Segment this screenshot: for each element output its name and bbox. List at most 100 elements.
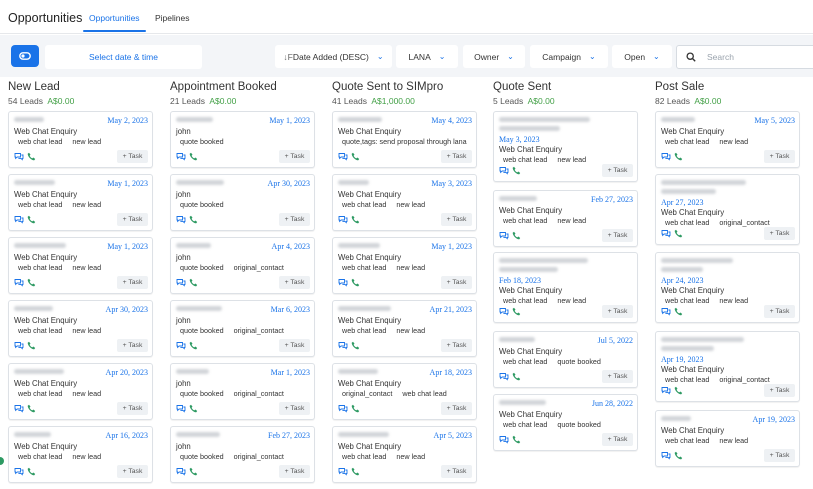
add-task-button[interactable]: + Task	[279, 150, 310, 163]
phone-icon[interactable]	[674, 152, 683, 161]
opportunity-card[interactable]: Apr 21, 2023 Web Chat Enquiry web chat lea…	[332, 300, 477, 357]
phone-icon[interactable]	[674, 451, 683, 460]
add-task-button[interactable]: + Task	[279, 213, 310, 226]
phone-icon[interactable]	[27, 215, 36, 224]
add-task-button[interactable]: + Task	[441, 402, 472, 415]
phone-icon[interactable]	[512, 435, 521, 444]
phone-icon[interactable]	[351, 215, 360, 224]
add-task-button[interactable]: + Task	[441, 150, 472, 163]
opportunity-card[interactable]: Mar 6, 2023 john quote booked original_cont…	[170, 300, 315, 357]
phone-icon[interactable]	[189, 215, 198, 224]
chat-icon[interactable]	[14, 467, 24, 476]
phone-icon[interactable]	[674, 307, 683, 316]
opportunity-card[interactable]: Jun 28, 2022 Web Chat Enquiry web chat lea…	[493, 394, 638, 451]
add-task-button[interactable]: + Task	[764, 150, 795, 163]
opportunity-card[interactable]: May 2, 2023 Web Chat Enquiry web chat lead…	[8, 111, 153, 168]
chat-icon[interactable]	[661, 386, 671, 395]
opportunity-card[interactable]: Apr 19, 2023 Web Chat Enquiry web chat lea…	[655, 410, 800, 467]
opportunity-card[interactable]: Feb 27, 2023 Web Chat Enquiry web chat lea…	[493, 190, 638, 247]
add-task-button[interactable]: + Task	[441, 339, 472, 352]
phone-icon[interactable]	[27, 278, 36, 287]
opportunity-card[interactable]: Apr 18, 2023 Web Chat Enquiry original_con…	[332, 363, 477, 420]
opportunity-card[interactable]: Apr 30, 2023 john quote booked + Task	[170, 174, 315, 231]
chat-icon[interactable]	[661, 451, 671, 460]
view-toggle-button[interactable]	[11, 45, 39, 67]
tab-opportunities[interactable]: Opportunities	[83, 13, 146, 32]
chat-icon[interactable]	[338, 467, 348, 476]
chat-icon[interactable]	[661, 229, 671, 238]
chat-icon[interactable]	[176, 152, 186, 161]
opportunity-card[interactable]: Apr 4, 2023 john quote booked original_cont…	[170, 237, 315, 294]
chat-icon[interactable]	[14, 215, 24, 224]
search-box[interactable]	[676, 45, 813, 69]
add-task-button[interactable]: + Task	[279, 276, 310, 289]
chat-icon[interactable]	[176, 467, 186, 476]
phone-icon[interactable]	[512, 372, 521, 381]
chat-icon[interactable]	[176, 215, 186, 224]
opportunity-card[interactable]: Apr 5, 2023 Web Chat Enquiry web chat lead…	[332, 426, 477, 483]
chat-icon[interactable]	[14, 404, 24, 413]
opportunity-card[interactable]: Apr 16, 2023 Web Chat Enquiry web chat lea…	[8, 426, 153, 483]
chat-icon[interactable]	[338, 152, 348, 161]
add-task-button[interactable]: + Task	[602, 433, 633, 446]
phone-icon[interactable]	[351, 467, 360, 476]
opportunity-card[interactable]: May 1, 2023 john quote booked + Task	[170, 111, 315, 168]
opportunity-card[interactable]: May 1, 2023 Web Chat Enquiry web chat lead…	[332, 237, 477, 294]
add-task-button[interactable]: + Task	[279, 339, 310, 352]
add-task-button[interactable]: + Task	[117, 276, 148, 289]
phone-icon[interactable]	[189, 341, 198, 350]
chat-icon[interactable]	[338, 341, 348, 350]
chat-icon[interactable]	[661, 152, 671, 161]
phone-icon[interactable]	[674, 386, 683, 395]
opportunity-card[interactable]: Apr 30, 2023 Web Chat Enquiry web chat lea…	[8, 300, 153, 357]
chat-icon[interactable]	[176, 341, 186, 350]
phone-icon[interactable]	[512, 231, 521, 240]
opportunity-card[interactable]: Apr 27, 2023 Web Chat Enquiry web chat lea…	[655, 174, 800, 245]
opportunity-card[interactable]: May 5, 2023 Web Chat Enquiry web chat lead…	[655, 111, 800, 168]
phone-icon[interactable]	[512, 166, 521, 175]
add-task-button[interactable]: + Task	[279, 402, 310, 415]
opportunity-card[interactable]: May 3, 2023 Web Chat Enquiry web chat lead…	[332, 174, 477, 231]
chat-icon[interactable]	[14, 152, 24, 161]
tab-pipelines[interactable]: Pipelines	[155, 13, 190, 23]
phone-icon[interactable]	[27, 341, 36, 350]
phone-icon[interactable]	[351, 404, 360, 413]
chat-icon[interactable]	[338, 215, 348, 224]
add-task-button[interactable]: + Task	[602, 370, 633, 383]
add-task-button[interactable]: + Task	[117, 213, 148, 226]
add-task-button[interactable]: + Task	[117, 339, 148, 352]
phone-icon[interactable]	[189, 404, 198, 413]
opportunity-card[interactable]: May 4, 2023 Web Chat Enquiry quote,tags: s…	[332, 111, 477, 168]
owner-dropdown[interactable]: Owner ⌄	[463, 45, 525, 68]
opportunity-card[interactable]: May 3, 2023 Web Chat Enquiry web chat lead…	[493, 111, 638, 182]
opportunity-card[interactable]: May 1, 2023 Web Chat Enquiry web chat lead…	[8, 174, 153, 231]
chat-icon[interactable]	[499, 435, 509, 444]
phone-icon[interactable]	[351, 278, 360, 287]
chat-icon[interactable]	[176, 278, 186, 287]
phone-icon[interactable]	[351, 152, 360, 161]
opportunity-card[interactable]: May 1, 2023 Web Chat Enquiry web chat lead…	[8, 237, 153, 294]
opportunity-card[interactable]: Apr 20, 2023 Web Chat Enquiry web chat lea…	[8, 363, 153, 420]
add-task-button[interactable]: + Task	[117, 150, 148, 163]
phone-icon[interactable]	[674, 229, 683, 238]
add-task-button[interactable]: + Task	[602, 229, 633, 242]
add-task-button[interactable]: + Task	[764, 227, 795, 240]
add-task-button[interactable]: + Task	[441, 276, 472, 289]
date-range-picker[interactable]: Select date & time	[45, 45, 202, 69]
add-task-button[interactable]: + Task	[117, 465, 148, 478]
opportunity-card[interactable]: Mar 1, 2023 john quote booked original_cont…	[170, 363, 315, 420]
chat-icon[interactable]	[661, 307, 671, 316]
add-task-button[interactable]: + Task	[602, 164, 633, 177]
search-input[interactable]	[707, 52, 797, 62]
chat-icon[interactable]	[14, 278, 24, 287]
add-task-button[interactable]: + Task	[441, 213, 472, 226]
chat-icon[interactable]	[176, 404, 186, 413]
add-task-button[interactable]: + Task	[279, 465, 310, 478]
chat-icon[interactable]	[499, 307, 509, 316]
phone-icon[interactable]	[27, 404, 36, 413]
add-task-button[interactable]: + Task	[764, 384, 795, 397]
opportunity-card[interactable]: Feb 27, 2023 john quote booked original_con…	[170, 426, 315, 483]
add-task-button[interactable]: + Task	[764, 449, 795, 462]
pipeline-dropdown[interactable]: LANA ⌄	[396, 45, 458, 68]
chat-icon[interactable]	[499, 372, 509, 381]
